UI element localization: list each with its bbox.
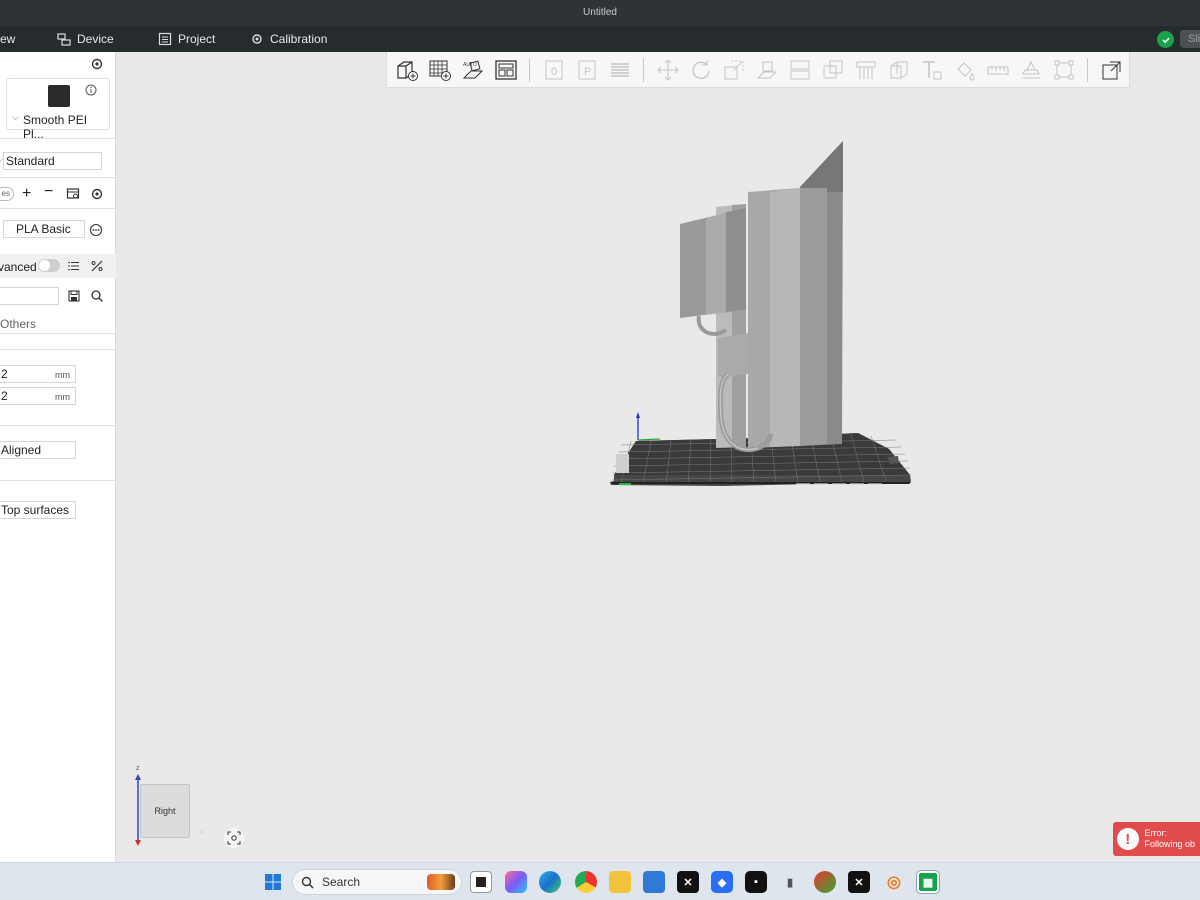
menu-device[interactable]: Device [57,26,114,52]
menu-device-label: Device [77,32,114,46]
3d-scene[interactable] [116,52,1200,862]
list-view-icon[interactable] [66,258,82,274]
slice-button[interactable]: Slic [1180,30,1200,48]
store-icon[interactable] [643,871,665,893]
search-icon [301,876,314,889]
value-field-2-value: 2 [1,389,8,403]
search-highlight-icon [427,874,455,890]
menubar: ew Device Project Calibration Slic [0,26,1200,52]
value-field-2[interactable]: 2 mm [0,387,76,405]
reset-view-button[interactable] [224,828,244,848]
roblox-studio-icon[interactable]: ◆ [711,871,733,893]
roblox-icon[interactable]: ▪ [745,871,767,893]
advanced-label: vanced [0,260,37,274]
divider [0,177,116,178]
capcut-icon[interactable]: ✕ [677,871,699,893]
value-field-1[interactable]: 2 mm [0,365,76,383]
calibration-icon [252,34,262,44]
divider [0,349,116,350]
settings-gear-icon[interactable] [89,56,105,72]
sidebar: ⌵ Smooth PEI Pl... ⌵ Standard es + − PLA… [0,52,116,862]
process-preset-select[interactable]: Standard [3,152,102,170]
error-message: Following ob [1144,839,1196,849]
add-filament-icon[interactable]: + [22,185,31,203]
file-explorer-icon[interactable] [609,871,631,893]
project-icon [158,32,172,46]
remove-filament-icon[interactable]: − [44,183,53,201]
divider [0,480,116,481]
status-ok-icon [1157,31,1174,48]
more-options-icon[interactable] [88,222,104,238]
axis-gizmo [636,412,661,441]
divider [0,138,116,139]
blender-icon[interactable]: ◎ [883,871,905,893]
taskbar-search[interactable]: Search [292,869,462,895]
capcut-2-icon[interactable]: ✕ [848,871,870,893]
compare-icon[interactable] [89,258,105,274]
view-cube[interactable]: Right [140,784,190,838]
window-title: Untitled [0,0,1200,26]
error-notification[interactable]: ! Error: Following ob [1113,822,1200,856]
plate-name: Smooth PEI Pl... [23,113,88,141]
error-icon: ! [1117,828,1139,850]
error-title: Error: [1144,828,1168,838]
bambu-studio-icon[interactable]: ▦ [916,870,940,894]
info-icon[interactable] [83,82,99,98]
plate-thumbnail [48,85,70,107]
save-preset-icon[interactable] [66,288,82,304]
menu-calibration-label: Calibration [270,32,328,46]
filament-settings-gear-icon[interactable] [89,186,105,202]
view-cube-face-label: Right [154,806,176,816]
advanced-toggle[interactable] [38,259,60,272]
menu-calibration[interactable]: Calibration [250,26,327,52]
filament-tab[interactable]: es [0,187,14,201]
menu-project-label: Project [178,32,216,46]
value-field-1-value: 2 [1,367,8,381]
tab-others[interactable]: Others [0,317,36,331]
taskbar: Search ✕ ◆ ▪ ▮ ✕ ◎ ▦ [0,862,1200,900]
axis-z-label: z [136,765,140,772]
plate-card[interactable]: ⌵ Smooth PEI Pl... [6,78,110,141]
3d-viewport[interactable]: AUTO 0 P z Right › [116,52,1200,862]
mouse-app-icon[interactable]: ▮ [779,871,801,893]
chrome-browser-icon[interactable] [575,871,597,893]
value-field-2-unit: mm [55,392,70,402]
bambu-icon[interactable] [814,871,836,893]
reset-view-icon [227,831,241,845]
divider [0,333,116,334]
chevron-right-icon[interactable]: › [200,827,203,837]
chevron-down-icon[interactable]: ⌵ [12,112,19,123]
divider [0,425,116,426]
value-field-1-unit: mm [55,370,70,380]
edge-browser-icon[interactable] [539,871,561,893]
task-view-icon[interactable] [470,871,492,893]
device-icon [57,33,71,46]
printed-model [680,141,843,452]
taskbar-search-placeholder: Search [322,875,361,889]
divider [0,208,116,209]
menu-project[interactable]: Project [158,26,215,52]
ams-sync-icon[interactable] [65,186,81,202]
search-icon[interactable] [89,288,105,304]
settings-search-input[interactable] [0,287,59,305]
ironing-type-select[interactable]: Top surfaces [0,501,76,519]
copilot-icon[interactable] [505,871,527,893]
windows-start-icon[interactable] [262,871,284,893]
filament-select[interactable]: PLA Basic [3,220,85,238]
seam-position-select[interactable]: Aligned [0,441,76,459]
menu-preview[interactable]: ew [0,26,15,52]
menu-preview-label: ew [0,32,16,46]
